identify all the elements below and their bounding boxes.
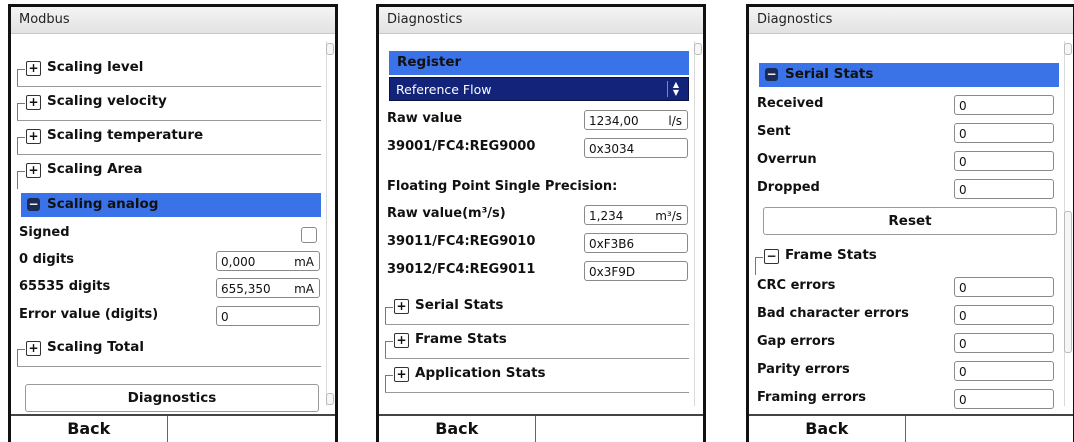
signed-checkbox[interactable] [301, 227, 317, 243]
diagnostics-register-panel: Diagnostics Register Reference Flow ▲ ▼ R… [376, 4, 706, 442]
back-button[interactable]: Back [11, 416, 168, 442]
raw-value-m3s-label: Raw value(m³/s) [387, 206, 506, 221]
plus-box-icon[interactable]: + [394, 299, 409, 314]
up-down-arrow-icon[interactable]: ▲ ▼ [667, 81, 684, 97]
scrollbar[interactable] [694, 41, 702, 406]
tree-item-label: Scaling Area [47, 161, 143, 177]
raw-value-m3s-field[interactable]: 1,234 m³/s [584, 205, 688, 225]
tree-item-label: Scaling temperature [47, 127, 204, 143]
tree-item-label: Serial Stats [415, 297, 504, 313]
tree-item-label: Frame Stats [785, 247, 877, 263]
raw-value-label: Raw value [387, 111, 463, 126]
scrollbar[interactable] [326, 41, 334, 406]
crc-errors-field[interactable]: 0 [954, 277, 1054, 297]
tree-item-serial-stats[interactable]: + Serial Stats [385, 293, 689, 325]
gap-errors-label: Gap errors [757, 334, 835, 349]
plus-box-icon[interactable]: + [26, 95, 41, 110]
float-heading: Floating Point Single Precision: [387, 179, 618, 194]
empty-softkey[interactable] [167, 416, 335, 442]
parity-errors-field[interactable]: 0 [954, 361, 1054, 381]
max-digits-label: 65535 digits [19, 279, 111, 294]
tree-item-label: Application Stats [415, 365, 546, 381]
plus-box-icon[interactable]: + [394, 333, 409, 348]
tree-item-frame-stats-expanded[interactable]: − Frame Stats [755, 243, 1059, 275]
minus-box-icon[interactable]: − [765, 68, 778, 81]
tree-item-frame-stats[interactable]: + Frame Stats [385, 327, 689, 359]
diagnostics-button[interactable]: Diagnostics [25, 384, 319, 412]
plus-box-icon[interactable]: + [26, 341, 41, 356]
tree-item-scaling-analog-selected[interactable]: − Scaling analog [21, 193, 321, 217]
overrun-label: Overrun [757, 152, 817, 167]
footer-bar: Back [11, 414, 335, 442]
crc-errors-label: CRC errors [757, 278, 836, 293]
dropped-field[interactable]: 0 [954, 179, 1054, 199]
plus-box-icon[interactable]: + [26, 61, 41, 76]
reg9011-label: 39012/FC4:REG9011 [387, 262, 536, 277]
received-field[interactable]: 0 [954, 95, 1054, 115]
footer-bar: Back [379, 414, 703, 442]
register-select[interactable]: Reference Flow ▲ ▼ [389, 77, 689, 101]
dropped-label: Dropped [757, 180, 820, 195]
panel-title: Modbus [11, 7, 335, 34]
back-button[interactable]: Back [379, 416, 536, 442]
plus-box-icon[interactable]: + [26, 163, 41, 178]
received-label: Received [757, 96, 824, 111]
overrun-field[interactable]: 0 [954, 151, 1054, 171]
register-label: Register [397, 54, 462, 70]
error-value-label: Error value (digits) [19, 307, 159, 322]
sent-label: Sent [757, 124, 791, 139]
minus-box-icon[interactable]: − [764, 249, 779, 264]
empty-softkey[interactable] [905, 416, 1073, 442]
tree-item-scaling-temperature[interactable]: + Scaling temperature [17, 123, 321, 155]
bad-character-errors-field[interactable]: 0 [954, 305, 1054, 325]
register-header: Register [389, 51, 689, 75]
reg9010-label: 39011/FC4:REG9010 [387, 234, 536, 249]
footer-bar: Back [749, 414, 1073, 442]
zero-digits-label: 0 digits [19, 252, 75, 267]
framing-errors-label: Framing errors [757, 390, 867, 405]
tree-item-label: Frame Stats [415, 331, 507, 347]
tree-item-label: Scaling analog [47, 196, 159, 212]
tree-item-label: Serial Stats [785, 66, 874, 82]
plus-box-icon[interactable]: + [394, 367, 409, 382]
tree-item-scaling-velocity[interactable]: + Scaling velocity [17, 89, 321, 121]
plus-box-icon[interactable]: + [26, 129, 41, 144]
tree-item-label: Scaling velocity [47, 93, 167, 109]
sent-field[interactable]: 0 [954, 123, 1054, 143]
tree-item-scaling-area[interactable]: + Scaling Area [17, 157, 321, 189]
framing-errors-field[interactable]: 0 [954, 389, 1054, 409]
scrollbar[interactable] [1064, 41, 1072, 406]
minus-box-icon[interactable]: − [27, 198, 40, 211]
reg9000-label: 39001/FC4:REG9000 [387, 139, 536, 154]
modbus-panel: Modbus + Scaling level + Scaling velocit… [8, 4, 338, 442]
gap-errors-field[interactable]: 0 [954, 333, 1054, 353]
tree-item-label: Scaling Total [47, 339, 144, 355]
tree-item-label: Scaling level [47, 59, 144, 75]
zero-digits-field[interactable]: 0,000 mA [216, 251, 320, 271]
max-digits-field[interactable]: 655,350 mA [216, 278, 320, 298]
back-button[interactable]: Back [749, 416, 906, 442]
reg9000-field[interactable]: 0x3034 [584, 138, 688, 158]
reg9010-field[interactable]: 0xF3B6 [584, 233, 688, 253]
tree-item-scaling-level[interactable]: + Scaling level [17, 55, 321, 87]
signed-label: Signed [19, 225, 70, 240]
reset-button[interactable]: Reset [763, 207, 1057, 235]
reg9011-field[interactable]: 0x3F9D [584, 261, 688, 281]
tree-item-scaling-total[interactable]: + Scaling Total [17, 335, 321, 367]
tree-item-serial-stats-selected[interactable]: − Serial Stats [759, 63, 1059, 87]
parity-errors-label: Parity errors [757, 362, 850, 377]
bad-character-errors-label: Bad character errors [757, 306, 909, 321]
panel-title: Diagnostics [749, 7, 1073, 34]
diagnostics-stats-panel: Diagnostics − Serial Stats Received 0 Se… [746, 4, 1074, 442]
error-value-field[interactable]: 0 [216, 306, 320, 326]
panel-title: Diagnostics [379, 7, 703, 34]
raw-value-field[interactable]: 1234,00 l/s [584, 110, 688, 130]
empty-softkey[interactable] [535, 416, 703, 442]
tree-item-application-stats[interactable]: + Application Stats [385, 361, 689, 393]
